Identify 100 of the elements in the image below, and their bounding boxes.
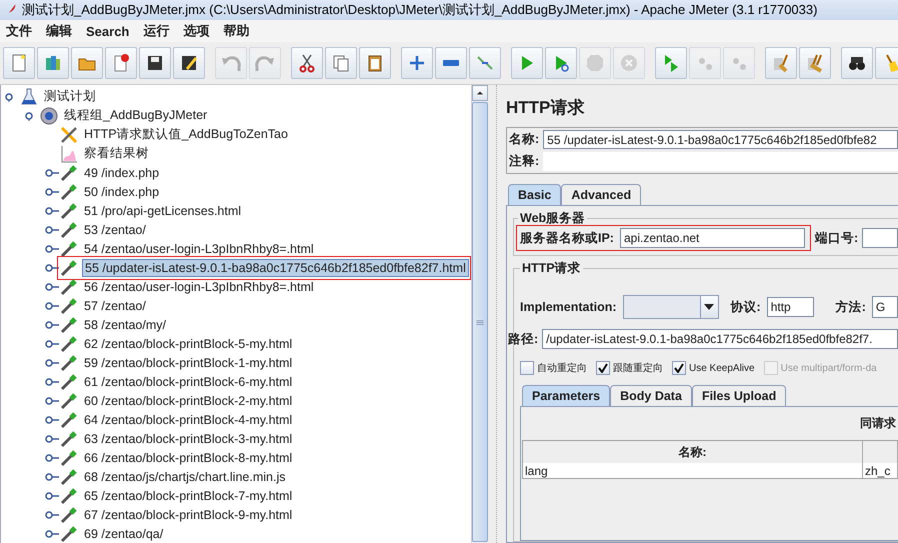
pipette-icon <box>59 352 79 372</box>
protocol-field[interactable]: http <box>766 297 814 317</box>
port-field[interactable] <box>862 228 898 248</box>
field-label: 注释: <box>509 153 540 170</box>
tree-item[interactable]: 49 /index.php <box>82 164 162 180</box>
pipette-icon <box>59 448 79 468</box>
toolbar-button[interactable] <box>359 47 391 79</box>
tree-toggle-icon[interactable] <box>45 434 59 444</box>
pipette-icon <box>59 314 79 334</box>
checkbox[interactable] <box>520 361 534 375</box>
tab[interactable]: Basic <box>508 184 562 205</box>
tree-item[interactable]: 63 /zentao/block-printBlock-3-my.html <box>82 430 294 446</box>
pipette-icon <box>59 390 79 410</box>
tree-toggle-icon[interactable] <box>45 376 59 386</box>
menu-item[interactable]: 文件 <box>6 22 32 40</box>
undo-icon <box>221 53 241 73</box>
pipette-icon <box>59 410 79 430</box>
tree-toggle-icon[interactable] <box>45 358 59 368</box>
column-header: 名称: <box>523 441 863 463</box>
toolbar-button[interactable] <box>173 47 205 79</box>
server-field[interactable]: api.zentao.net <box>620 228 805 248</box>
tree-item[interactable]: HTTP请求默认值_AddBugToZenTao <box>82 125 290 144</box>
tree-toggle-icon[interactable] <box>45 396 59 406</box>
field-label: 协议: <box>730 298 761 316</box>
toolbar-button[interactable] <box>841 47 873 79</box>
tree-toggle-icon[interactable] <box>45 338 59 348</box>
tree-toggle-icon[interactable] <box>45 490 59 500</box>
redo-icon <box>255 53 275 73</box>
tree-item[interactable]: 67 /zentao/block-printBlock-9-my.html <box>82 506 294 522</box>
tab[interactable]: Files Upload <box>692 385 786 406</box>
tree-toggle-icon[interactable] <box>45 510 59 520</box>
scrollbar[interactable] <box>471 85 488 543</box>
tree-item[interactable]: 55 /updater-isLatest-9.0.1-ba98a0c1775c646b2f185ed0fbfe82f7.html <box>82 258 469 276</box>
tree-item[interactable]: 察看结果树 <box>82 144 151 163</box>
toolbar-button[interactable] <box>291 47 323 79</box>
tree-item[interactable]: 68 /zentao/js/chartjs/chart.line.min.js <box>82 468 288 484</box>
tree-item[interactable]: 66 /zentao/block-printBlock-8-my.html <box>82 450 294 466</box>
flask-icon <box>19 86 39 106</box>
pipette-icon <box>59 524 79 543</box>
tree-item[interactable]: 59 /zentao/block-printBlock-1-my.html <box>82 354 294 370</box>
tree-toggle-icon[interactable] <box>45 186 59 196</box>
tree-item[interactable]: 线程组_AddBugByJMeter <box>62 106 210 125</box>
tab[interactable]: Body Data <box>610 385 692 406</box>
field-label: 方法: <box>836 298 866 316</box>
save-as-icon <box>179 53 199 73</box>
tree-toggle-icon[interactable] <box>45 320 59 330</box>
table-caption: 同请求 <box>860 415 896 432</box>
tree-item[interactable]: 56 /zentao/user-login-L3pIbnRhby8=.html <box>82 278 316 294</box>
table-cell: zh_c <box>863 463 898 478</box>
tree-item[interactable]: 69 /zentao/qa/ <box>82 526 166 542</box>
tree-toggle-icon[interactable] <box>45 414 59 424</box>
tree-toggle-icon[interactable] <box>45 168 59 178</box>
tree-item[interactable]: 61 /zentao/block-printBlock-6-my.html <box>82 374 294 390</box>
tree-item[interactable]: 53 /zentao/ <box>82 222 148 238</box>
checkbox[interactable] <box>672 361 686 375</box>
tree-item[interactable]: 54 /zentao/user-login-L3pIbnRhby8=.html <box>82 240 316 256</box>
name-field[interactable]: 55 /updater-isLatest-9.0.1-ba98a0c1775c646b2f185ed0fbfe82 <box>543 130 898 149</box>
tree-toggle-icon[interactable] <box>45 300 59 310</box>
path-field[interactable]: /updater-isLatest-9.0.1-ba98a0c1775c646b2f185ed0fbfe82f7. <box>542 329 898 349</box>
tree-item[interactable]: 64 /zentao/block-printBlock-4-my.html <box>82 412 294 428</box>
tree-toggle-icon[interactable] <box>45 244 59 254</box>
tree-item[interactable]: 50 /index.php <box>82 184 162 200</box>
tree-item[interactable]: 测试计划 <box>42 87 98 106</box>
tree-item[interactable]: 65 /zentao/block-printBlock-7-my.html <box>82 488 294 504</box>
pipette-icon <box>59 504 79 524</box>
broom-icon <box>771 53 791 73</box>
toolbar-button[interactable] <box>139 47 171 79</box>
menu-item[interactable]: 运行 <box>143 22 170 40</box>
window-title: 测试计划_AddBugByJMeter.jmx (C:\Users\Administrator\Desktop\JMeter\测试计划_AddBugByJMeter.jmx) - Apache JMeter (3.1 r1770033) <box>22 1 818 19</box>
tree-item[interactable]: 60 /zentao/block-printBlock-2-my.html <box>82 392 294 408</box>
tree-item[interactable]: 57 /zentao/ <box>82 298 148 314</box>
pipette-icon <box>59 238 79 258</box>
menu-item[interactable]: 帮助 <box>223 22 250 40</box>
tree-toggle-icon[interactable] <box>45 282 59 292</box>
menu-item[interactable]: 选项 <box>183 22 210 40</box>
tree-item[interactable]: 62 /zentao/block-printBlock-5-my.html <box>82 336 294 352</box>
pipette-icon <box>59 372 79 392</box>
gear-icon <box>39 106 59 126</box>
tab[interactable]: Advanced <box>561 184 642 205</box>
tree-toggle-icon[interactable] <box>45 528 59 538</box>
menu-item[interactable]: Search <box>86 24 130 38</box>
implementation-dropdown[interactable] <box>622 295 719 319</box>
tree-toggle-icon[interactable] <box>45 206 59 216</box>
tree-item[interactable]: 51 /pro/api-getLicenses.html <box>82 202 244 218</box>
pipette-icon <box>59 486 79 506</box>
pipette-icon <box>59 200 79 220</box>
tree-item[interactable]: 58 /zentao/my/ <box>82 316 168 332</box>
pipette-icon <box>59 182 79 202</box>
method-dropdown[interactable]: G <box>872 296 898 318</box>
checkbox-label: Use multipart/form-da <box>780 362 877 374</box>
copy-icon <box>331 53 351 73</box>
pipette-icon <box>59 220 79 240</box>
menu-item[interactable]: 编辑 <box>46 22 72 40</box>
tab[interactable]: Parameters <box>522 385 610 406</box>
field-label: 路径: <box>508 330 538 348</box>
tree-toggle-icon[interactable] <box>45 224 59 234</box>
tree-toggle-icon[interactable] <box>45 472 59 482</box>
tree-toggle-icon[interactable] <box>45 452 59 462</box>
tree-toggle-icon[interactable] <box>45 262 59 272</box>
checkbox[interactable] <box>596 361 610 375</box>
